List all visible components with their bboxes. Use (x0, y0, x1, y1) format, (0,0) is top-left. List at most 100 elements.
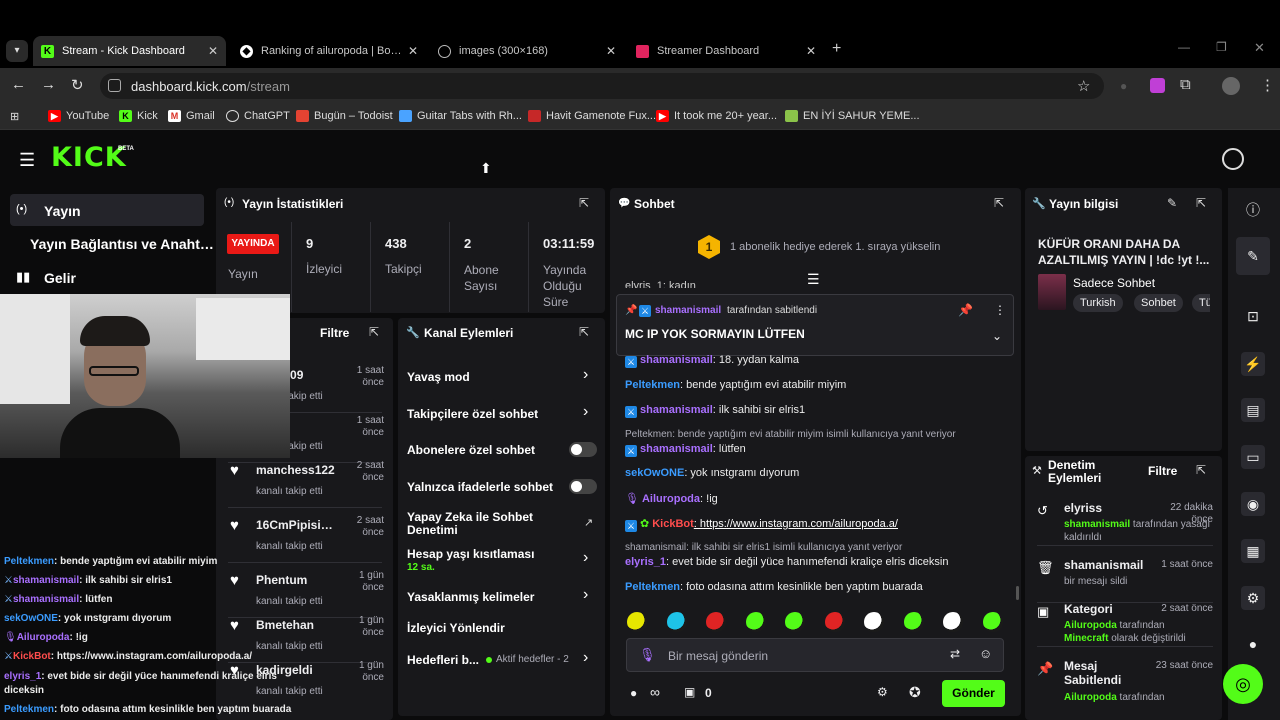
chat-message[interactable]: Peltekmen: bende yaptığım evi atabilir m… (625, 379, 846, 391)
user-avatar[interactable] (1222, 148, 1244, 170)
chat-message[interactable]: ⚔ shamanismail: ilk sahibi sir elris1 (625, 404, 805, 418)
filter-button[interactable]: Filtre (320, 326, 349, 340)
close-icon[interactable]: ✕ (208, 44, 218, 58)
activity-item[interactable]: ♥ manchess122 kanalı takip etti 2 saat önce (228, 460, 384, 504)
popout-icon[interactable]: ⇱ (1196, 196, 1206, 210)
chevron-down-icon[interactable]: ⌄ (992, 329, 1002, 343)
sidebar-item-stream-key[interactable]: Yayın Bağlantısı ve Anahtarı (30, 236, 215, 252)
emote-icon[interactable] (824, 612, 845, 632)
activity-item[interactable]: ♥ Phentum kanalı takip etti 1 gün önce (228, 570, 384, 614)
chat-username[interactable]: KickBot (652, 518, 694, 530)
chat-message[interactable]: 🎙 Ailuropoda: !ig (625, 492, 718, 505)
emote-icon[interactable] (627, 612, 647, 632)
minimize-button[interactable]: — (1178, 40, 1190, 54)
tab-botrix[interactable]: ◆ Ranking of ailuropoda | BotRix - ✕ (232, 36, 426, 66)
edit-pencil-icon[interactable]: ✎ (1167, 196, 1177, 210)
chat-message[interactable]: ⚔ shamanismail: 18. yydan kalma (625, 354, 799, 368)
popout-icon[interactable]: ⇱ (579, 196, 589, 210)
sidebar-item-gelir[interactable]: Gelir (44, 270, 76, 286)
menu-icon[interactable]: ⋮ (1260, 76, 1275, 94)
emote-icon[interactable] (745, 612, 766, 632)
kick-logo[interactable]: KICK (51, 143, 127, 173)
tab-streamer-dashboard[interactable]: Streamer Dashboard ✕ (628, 36, 824, 66)
popout-icon[interactable]: ⇱ (994, 196, 1004, 210)
hamburger-menu-icon[interactable]: ☰ (19, 150, 35, 171)
site-info-icon[interactable] (108, 79, 121, 92)
gift-box-icon[interactable]: ▣ (684, 685, 695, 699)
popout-icon[interactable]: ⇱ (1196, 463, 1206, 477)
emote-icon[interactable] (903, 612, 924, 632)
send-button[interactable]: Gönder (942, 680, 1005, 707)
lightning-icon[interactable]: ⚡ (1241, 352, 1265, 376)
popout-icon[interactable]: ⇱ (369, 325, 379, 339)
bookmark-youtube[interactable]: ▶ YouTube (48, 108, 109, 124)
bookmark-sahur[interactable]: EN İYİ SAHUR YEME... (785, 108, 920, 124)
profile-avatar[interactable] (1222, 77, 1240, 95)
sidebar-item-yayin[interactable] (10, 194, 204, 226)
mod-shield-icon[interactable]: ✪ (909, 684, 921, 701)
chat-input[interactable]: 🎙 Bir mesaj gönderin ⇄ ☺ (626, 638, 1004, 672)
emote-icon[interactable] (666, 612, 687, 632)
bookmark-gmail[interactable]: M Gmail (168, 108, 215, 124)
close-icon[interactable]: ✕ (806, 44, 816, 58)
mod-action-item[interactable]: 📌 Mesaj Sabitlendi 23 saat önce Ailuropoda … (1037, 658, 1213, 706)
chat-bubble-icon[interactable]: ▭ (1241, 445, 1265, 469)
emote-icon[interactable] (943, 612, 963, 632)
gift-leaderboard-banner[interactable]: 1 abonelik hediye ederek 1. sıraya yükse… (730, 241, 940, 253)
settings-gear-icon[interactable]: ⚙ (877, 685, 888, 699)
emote-icon[interactable] (864, 612, 884, 632)
activity-item[interactable]: ♥16CmPipisimVarkanalı takip etti2 saat ö… (228, 515, 384, 559)
new-tab-button[interactable]: + (832, 40, 841, 58)
chat-message[interactable]: ⚔ ✿ KickBot: https://www.instagram.com/ail… (625, 517, 898, 532)
emote-icon[interactable] (785, 612, 805, 632)
forward-icon[interactable]: → (41, 76, 56, 93)
broadcast-icon[interactable]: ◉ (1241, 492, 1265, 516)
tab-stream-kick[interactable]: K Stream - Kick Dashboard ✕ (33, 36, 226, 66)
document-icon[interactable]: ▤ (1241, 398, 1265, 422)
chat-username[interactable]: shamanismail (640, 404, 713, 416)
filter-button[interactable]: Filtre (1148, 464, 1177, 478)
camera-icon[interactable]: ⊡ (1241, 304, 1265, 328)
points-icon[interactable]: ● (630, 686, 637, 700)
bookmark-kick[interactable]: K Kick (119, 108, 158, 124)
chat-username[interactable]: shamanismail (640, 443, 713, 455)
close-icon[interactable]: ✕ (606, 44, 616, 58)
mod-action-item[interactable]: ↺ elyriss 22 dakika önce shamanismail taraf… (1037, 500, 1213, 548)
points-icon[interactable]: ● (1241, 632, 1265, 656)
reload-icon[interactable]: ↻ (71, 76, 84, 94)
chat-username[interactable]: sekOwONE (625, 467, 684, 479)
back-icon[interactable]: ← (11, 76, 26, 93)
wrench-icon[interactable]: ⚙ (1241, 586, 1265, 610)
chat-message[interactable]: ⚔ shamanismail: lütfen (625, 443, 746, 457)
emoji-icon[interactable]: ☺ (979, 646, 992, 661)
chat-message[interactable]: Peltekmen: foto odasına attım kesinlikle… (625, 581, 923, 593)
account-age-row[interactable]: Hesap yaşı kısıtlaması 12 sa. › (407, 546, 597, 576)
goals-row[interactable]: Hedefleri b... Aktif hedefler - 2 › (407, 649, 597, 668)
translate-icon[interactable]: ⇄ (950, 647, 960, 661)
bookmark-havit[interactable]: Havit Gamenote Fux... (528, 108, 656, 124)
pinned-message-card[interactable]: 📌 ⚔ shamanismail tarafından sabitlendi 📌… (616, 294, 1014, 356)
window-close-button[interactable]: ✕ (1254, 40, 1265, 56)
subs-only-toggle[interactable] (569, 442, 597, 457)
unpin-icon[interactable]: 📌 (958, 303, 973, 317)
followers-only-row[interactable]: Takipçilere özel sohbet › (407, 403, 597, 423)
bookmark-youtube-video[interactable]: ▶ It took me 20+ year... (656, 108, 777, 124)
emotes-only-toggle[interactable] (569, 479, 597, 494)
bookmark-guitar-tabs[interactable]: Guitar Tabs with Rh... (399, 108, 522, 124)
tab-images[interactable]: images (300×168) ✕ (430, 36, 624, 66)
chat-username[interactable]: Ailuropoda (642, 493, 700, 505)
apps-icon[interactable]: ⊞ (10, 108, 19, 124)
chat-scrollbar[interactable] (1016, 586, 1019, 600)
mod-action-item[interactable]: ▣ Kategori 2 saat önce Ailuropoda tarafında… (1037, 601, 1213, 649)
bookmark-star-icon[interactable]: ☆ (1077, 77, 1090, 95)
redirect-viewers-button[interactable]: İzleyici Yönlendir (407, 621, 505, 635)
slow-mode-row[interactable]: Yavaş mod › (407, 366, 597, 386)
puzzle-icon[interactable]: ⧉ (1180, 76, 1191, 93)
address-bar[interactable]: dashboard.kick.com/stream (100, 73, 1104, 99)
close-icon[interactable]: ✕ (408, 44, 418, 58)
support-headset-icon[interactable]: ◎ (1223, 664, 1263, 704)
emote-icon[interactable] (982, 612, 1003, 632)
maximize-button[interactable]: ❐ (1216, 40, 1227, 54)
layout-icon[interactable]: ▦ (1241, 539, 1265, 563)
mod-action-item[interactable]: 🗑 shamanismail 1 saat önce bir mesajı sildi (1037, 557, 1213, 605)
